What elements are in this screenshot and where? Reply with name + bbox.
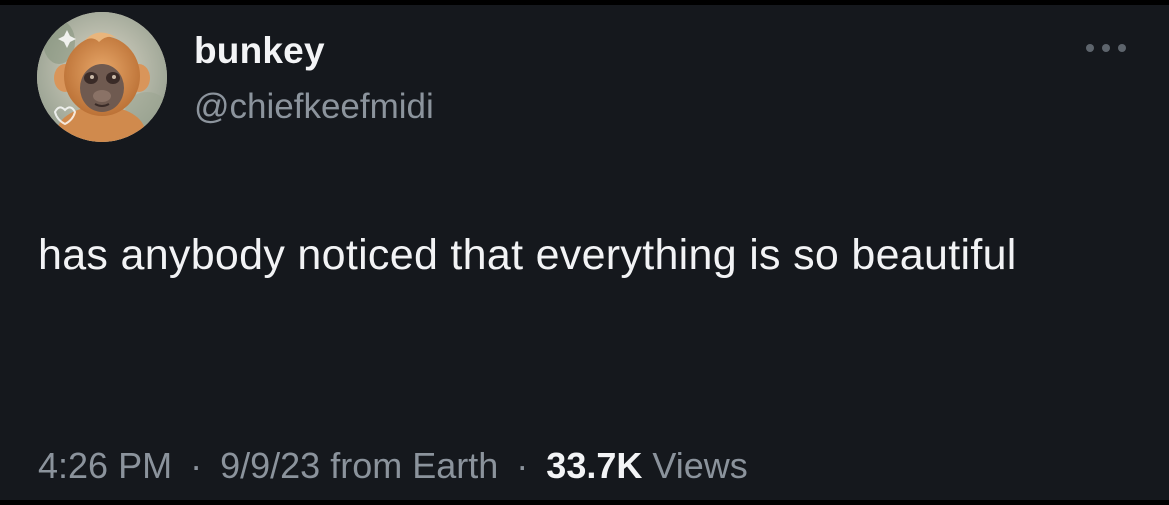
bottom-border (0, 500, 1169, 505)
top-border (0, 2, 1169, 5)
tweet-text: has anybody noticed that everything is s… (38, 231, 1017, 279)
monkey-avatar-icon (37, 12, 167, 142)
tweet-time[interactable]: 4:26 PM (38, 445, 172, 486)
more-dots-icon[interactable] (1082, 38, 1130, 58)
author-handle[interactable]: @chiefkeefmidi (194, 87, 434, 127)
avatar[interactable] (37, 12, 167, 142)
separator: · (516, 445, 529, 486)
separator: · (190, 445, 203, 486)
tweet-source: from Earth (330, 445, 499, 486)
tweet-date[interactable]: 9/9/23 (220, 445, 320, 486)
views-label: Views (652, 445, 748, 486)
tweet-card: bunkey @chiefkeefmidi has anybody notice… (0, 2, 1169, 501)
tweet-meta: 4:26 PM · 9/9/23 from Earth · 33.7K View… (38, 445, 748, 487)
author-display-name[interactable]: bunkey (194, 30, 325, 72)
views-count[interactable]: 33.7K (546, 445, 642, 486)
